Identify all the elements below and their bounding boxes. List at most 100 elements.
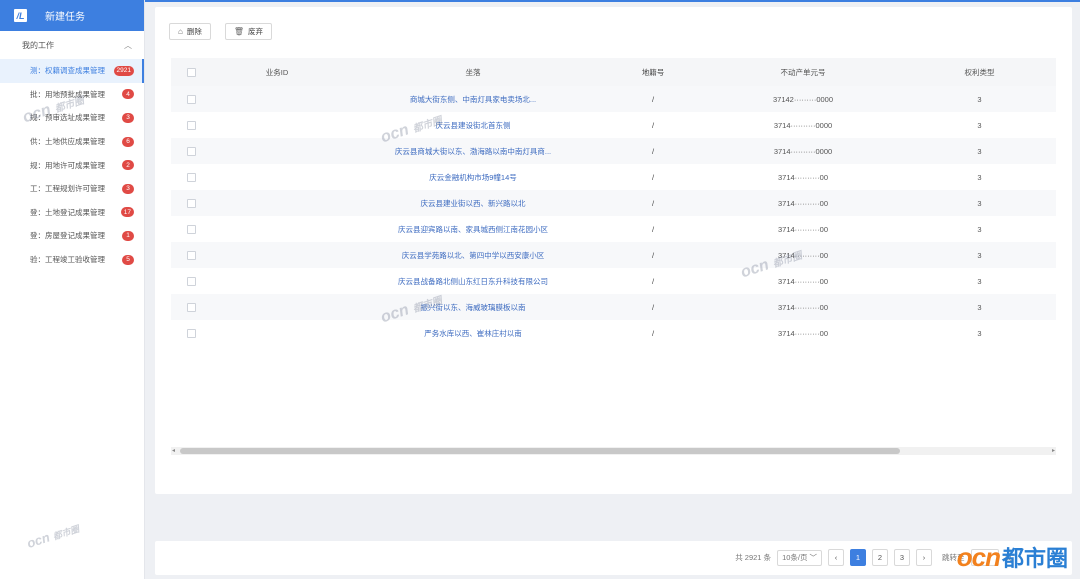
row-checkbox[interactable]: [171, 146, 211, 156]
horizontal-scrollbar[interactable]: ◂ ▸: [171, 447, 1056, 455]
trash-icon: 🗑: [233, 27, 244, 36]
table-row[interactable]: 振兴街以东、海威玻璃膜板以南 / 3714··········00 3: [171, 294, 1056, 320]
cell-right-type: 3: [977, 146, 982, 156]
table-row[interactable]: 庆云县学苑路以北、第四中学以西安康小区 / 3714··········00 3: [171, 242, 1056, 268]
scroll-right-icon[interactable]: ▸: [1052, 447, 1055, 454]
sidebar-item[interactable]: 规：预审选址成果管理 3: [0, 106, 144, 130]
count-badge: 5: [122, 254, 134, 265]
new-task-button[interactable]: /L 新建任务: [0, 0, 144, 31]
sidebar-item-label: 供：土地供应成果管理: [30, 137, 105, 147]
sidebar-item-label: 规：用地许可成果管理: [30, 160, 105, 170]
sidebar-item[interactable]: 测：权籍调查成果管理 2921: [0, 59, 144, 83]
table-row[interactable]: 庆云县建设街北首东侧 / 3714··········0000 3: [171, 112, 1056, 138]
count-badge: 4: [122, 89, 134, 100]
cell-unit-no: 3714··········00: [777, 172, 828, 182]
cell-unit-no: 3714··········00: [777, 224, 828, 234]
row-checkbox[interactable]: [171, 276, 211, 286]
cell-location[interactable]: 庆云金融机构市场9幢14号: [343, 172, 603, 183]
app-logo-icon: /L: [14, 9, 27, 22]
delete-icon: ⌂: [178, 27, 183, 36]
pagination-bar: 共 2921 条 10条/页 ﹀ ‹ 1 2 3 › 跳转至 页: [155, 541, 1072, 575]
cell-location[interactable]: 庆云县战备路北侧山东红日东升科技有限公司: [343, 276, 603, 287]
cell-right-type: 3: [977, 120, 982, 130]
prev-page-button[interactable]: ‹: [828, 549, 844, 566]
sidebar-group-my-work[interactable]: 我的工作 ︿: [0, 31, 144, 59]
row-checkbox[interactable]: [171, 302, 211, 312]
table-row[interactable]: 庆云县商城大街以东、渤海路以南中南灯具商... / 3714··········00…: [171, 138, 1056, 164]
count-badge: 2921: [113, 65, 134, 76]
scroll-left-icon[interactable]: ◂: [172, 447, 175, 454]
cell-location[interactable]: 庆云县建业街以西、新兴路以北: [343, 198, 603, 209]
cell-unit-no: 3714··········00: [777, 276, 828, 286]
brand-logo-en: ocn: [956, 541, 1001, 572]
next-page-button[interactable]: ›: [916, 549, 932, 566]
sidebar-item-label: 测：权籍调查成果管理: [30, 66, 105, 76]
cell-cadastral-no: /: [651, 120, 655, 130]
brand-logo-cn: 都市圈: [1001, 546, 1068, 571]
discard-button[interactable]: 🗑 废弃: [224, 23, 272, 40]
cell-right-type: 3: [977, 302, 982, 312]
table-row[interactable]: 庆云县战备路北侧山东红日东升科技有限公司 / 3714··········00 3: [171, 268, 1056, 294]
delete-button[interactable]: ⌂ 删除: [169, 23, 211, 40]
count-badge: 6: [122, 136, 134, 147]
cell-unit-no: 3714··········00: [777, 250, 828, 260]
cell-cadastral-no: /: [651, 172, 655, 182]
cell-location[interactable]: 庆云县学苑路以北、第四中学以西安康小区: [343, 250, 603, 261]
cell-unit-no: 37142·········0000: [772, 94, 834, 104]
count-badge: 17: [120, 207, 134, 218]
toolbar: ⌂ 删除 🗑 废弃: [169, 23, 272, 40]
cell-cadastral-no: /: [651, 94, 655, 104]
sidebar-item[interactable]: 批：用地预批成果管理 4: [0, 83, 144, 107]
sidebar-item-label: 批：用地预批成果管理: [30, 89, 105, 99]
page-button-2[interactable]: 2: [872, 549, 888, 566]
sidebar-item[interactable]: 工：工程规划许可管理 3: [0, 177, 144, 201]
cell-right-type: 3: [977, 224, 982, 234]
row-checkbox[interactable]: [171, 172, 211, 182]
row-checkbox[interactable]: [171, 198, 211, 208]
cell-cadastral-no: /: [651, 276, 655, 286]
select-all-checkbox[interactable]: [171, 67, 211, 77]
cell-location[interactable]: 振兴街以东、海威玻璃膜板以南: [343, 302, 603, 313]
discard-label: 废弃: [248, 27, 263, 36]
row-checkbox[interactable]: [171, 94, 211, 104]
cell-cadastral-no: /: [651, 146, 655, 156]
page-size-select[interactable]: 10条/页 ﹀: [777, 549, 822, 566]
header-unit-no: 不动产单元号: [780, 67, 826, 77]
page-button-1[interactable]: 1: [850, 549, 866, 566]
row-checkbox[interactable]: [171, 120, 211, 130]
sidebar-item[interactable]: 供：土地供应成果管理 6: [0, 130, 144, 154]
cell-location[interactable]: 商城大街东侧、中南灯具家电卖场北...: [343, 94, 603, 105]
row-checkbox[interactable]: [171, 224, 211, 234]
cell-unit-no: 3714··········00: [777, 328, 828, 338]
cell-location[interactable]: 庆云县商城大街以东、渤海路以南中南灯具商...: [343, 146, 603, 157]
table-row[interactable]: 严务水库以西、崔林庄村以南 / 3714··········00 3: [171, 320, 1056, 346]
scrollbar-thumb[interactable]: [180, 448, 900, 454]
cell-location[interactable]: 庆云县建设街北首东侧: [343, 120, 603, 131]
delete-label: 删除: [186, 27, 202, 36]
cell-location[interactable]: 庆云县迎宾路以南、家具城西侧江南花园小区: [343, 224, 603, 235]
chevron-down-icon: ﹀: [809, 553, 818, 562]
results-table: 业务ID 坐落 地籍号 不动产单元号 权利类型 商城大街东侧、中南灯具家电卖场北…: [171, 58, 1056, 346]
sidebar-item[interactable]: 验：工程竣工验收管理 5: [0, 248, 144, 272]
cell-cadastral-no: /: [651, 198, 655, 208]
cell-cadastral-no: /: [651, 328, 655, 338]
page-button-3[interactable]: 3: [894, 549, 910, 566]
row-checkbox[interactable]: [171, 328, 211, 338]
header-business-id: 业务ID: [265, 67, 289, 77]
sidebar-item-label: 登：土地登记成果管理: [30, 207, 105, 217]
sidebar-item-label: 规：预审选址成果管理: [30, 113, 105, 123]
count-badge: 3: [122, 183, 134, 194]
sidebar-item[interactable]: 规：用地许可成果管理 2: [0, 153, 144, 177]
sidebar-item[interactable]: 登：房屋登记成果管理 1: [0, 224, 144, 248]
table-row[interactable]: 庆云县迎宾路以南、家具城西侧江南花园小区 / 3714··········00 3: [171, 216, 1056, 242]
cell-location[interactable]: 严务水库以西、崔林庄村以南: [343, 328, 603, 339]
table-row[interactable]: 庆云县建业街以西、新兴路以北 / 3714··········00 3: [171, 190, 1056, 216]
sidebar-item[interactable]: 登：土地登记成果管理 17: [0, 201, 144, 225]
cell-unit-no: 3714··········00: [777, 302, 828, 312]
sidebar-item-label: 登：房屋登记成果管理: [30, 231, 105, 241]
row-checkbox[interactable]: [171, 250, 211, 260]
sidebar: /L 新建任务 我的工作 ︿ 测：权籍调查成果管理 2921 批：用地预批成果管理 4…: [0, 0, 145, 579]
cell-right-type: 3: [977, 250, 982, 260]
table-row[interactable]: 商城大街东侧、中南灯具家电卖场北... / 37142·········0000 3: [171, 86, 1056, 112]
table-row[interactable]: 庆云金融机构市场9幢14号 / 3714··········00 3: [171, 164, 1056, 190]
